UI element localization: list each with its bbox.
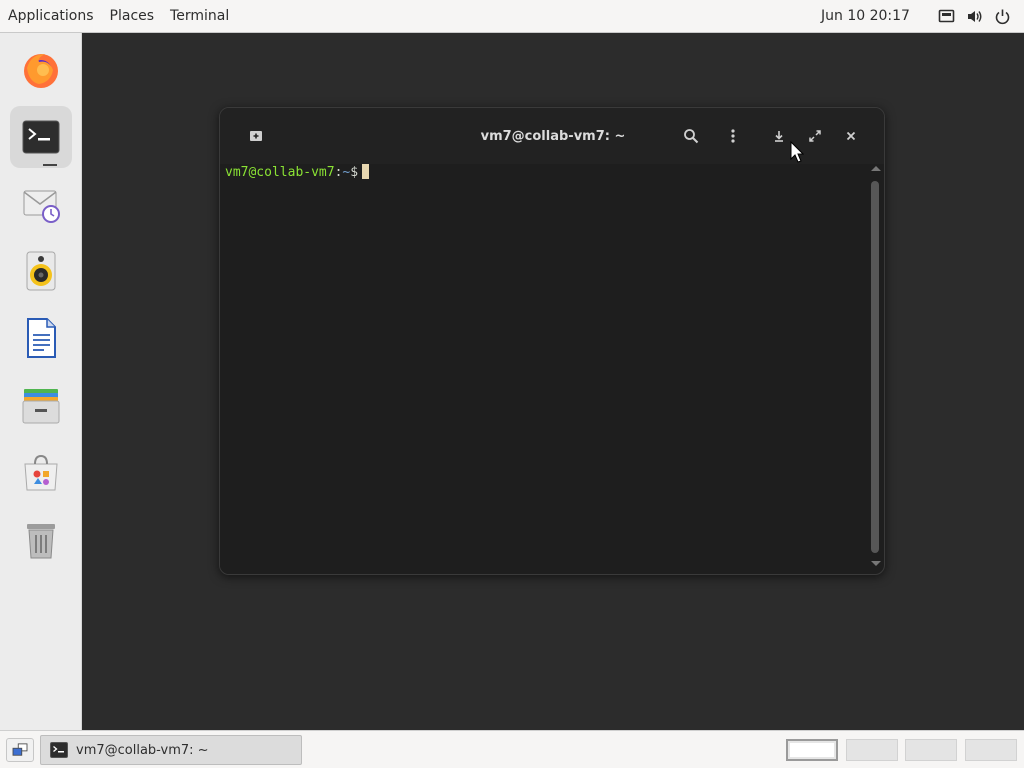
terminal-small-icon [50,742,68,758]
workspace-4[interactable] [965,739,1017,761]
applications-menu[interactable]: Applications [0,0,102,33]
prompt-symbol: $ [350,165,359,180]
dock-firefox[interactable] [10,39,72,101]
prompt-user-host: vm7@collab-vm7 [225,165,335,180]
music-player-icon [26,251,56,291]
workspace-1[interactable] [786,739,838,761]
mail-client-icon [23,190,60,223]
workspace-3[interactable] [905,739,957,761]
top-panel: Applications Places Terminal Jun 10 20:1… [0,0,1024,33]
firefox-icon [24,54,58,88]
search-icon[interactable] [679,124,703,148]
terminal-menu[interactable]: Terminal [162,0,237,33]
terminal-window[interactable]: vm7@collab-vm7: ~ vm7@collab-vm7:~$ [219,107,885,575]
dock-files[interactable] [10,374,72,436]
bottom-panel: vm7@collab-vm7: ~ [0,730,1024,768]
menu-icon[interactable] [721,124,745,148]
terminal-icon [22,120,60,154]
minimize-icon[interactable] [767,124,791,148]
show-desktop-icon [12,743,28,756]
scroll-up-arrow[interactable] [871,166,881,171]
dock-mail[interactable] [10,173,72,235]
dock [0,33,82,730]
taskbar-terminal-label: vm7@collab-vm7: ~ [76,742,209,758]
volume-icon[interactable] [966,8,983,25]
writer-document-icon [27,318,56,358]
terminal-titlebar[interactable]: vm7@collab-vm7: ~ [220,108,884,164]
terminal-content[interactable]: vm7@collab-vm7:~$ [220,164,870,574]
places-menu[interactable]: Places [102,0,163,33]
scroll-thumb[interactable] [871,181,879,553]
taskbar-terminal-button[interactable]: vm7@collab-vm7: ~ [40,735,302,765]
scroll-down-arrow[interactable] [871,561,881,566]
dock-software[interactable] [10,441,72,503]
display-icon[interactable] [938,8,955,25]
close-icon[interactable] [839,124,863,148]
shell-prompt: vm7@collab-vm7:~$ [225,164,370,181]
clock[interactable]: Jun 10 20:17 [821,0,910,33]
dock-writer[interactable] [10,307,72,369]
mouse-pointer-icon [790,141,804,163]
file-manager-icon [22,389,60,424]
dock-music[interactable] [10,240,72,302]
trash-icon [27,524,55,559]
text-cursor [362,164,370,179]
workspace-2[interactable] [846,739,898,761]
maximize-icon[interactable] [803,124,827,148]
software-store-icon [24,454,58,491]
power-icon[interactable] [994,8,1011,25]
active-indicator [43,164,57,166]
scrollbar[interactable] [868,164,884,574]
dock-terminal[interactable] [10,106,72,168]
dock-trash[interactable] [10,509,72,571]
show-desktop-button[interactable] [6,738,34,762]
